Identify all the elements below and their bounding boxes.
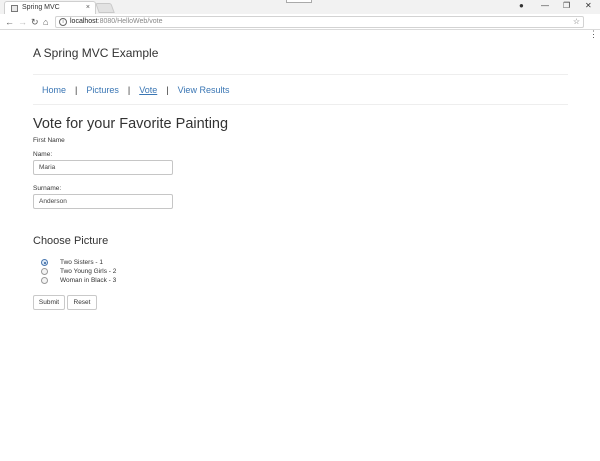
name-input[interactable] bbox=[33, 160, 173, 175]
picture-option-label: Two Sisters - 1 bbox=[60, 259, 103, 266]
browser-toolbar: ← → ↻ ⌂ i localhost:8080/HelloWeb/vote ☆… bbox=[0, 14, 600, 39]
close-window-button[interactable]: ✕ bbox=[585, 1, 592, 11]
page-favicon-icon bbox=[11, 5, 18, 12]
divider bbox=[33, 104, 568, 105]
page-heading: Vote for your Favorite Painting bbox=[33, 116, 229, 132]
nav-home-link[interactable]: Home bbox=[42, 85, 66, 95]
browser-titlebar: Spring MVC × ● — ❐ ✕ bbox=[0, 0, 600, 14]
brand-title: A Spring MVC Example bbox=[33, 46, 159, 60]
divider bbox=[33, 74, 568, 75]
browser-menu-icon[interactable]: ⋮ bbox=[589, 29, 598, 40]
url-path: :8080/HelloWeb/vote bbox=[97, 18, 163, 25]
choose-picture-heading: Choose Picture bbox=[33, 235, 109, 247]
forward-icon[interactable]: → bbox=[18, 16, 27, 28]
radio-button[interactable] bbox=[41, 268, 48, 275]
nav-separator: | bbox=[127, 85, 131, 95]
reload-icon[interactable]: ↻ bbox=[31, 16, 39, 28]
address-bar[interactable]: i localhost:8080/HelloWeb/vote ☆ bbox=[55, 16, 584, 28]
reset-button[interactable]: Reset bbox=[67, 295, 97, 310]
bookmark-star-icon[interactable]: ☆ bbox=[573, 17, 580, 27]
profile-icon[interactable]: ● bbox=[519, 1, 524, 11]
browser-tab[interactable]: Spring MVC × bbox=[4, 1, 96, 14]
home-icon[interactable]: ⌂ bbox=[43, 16, 48, 28]
main-nav: Home | Pictures | Vote | View Results bbox=[42, 85, 229, 95]
picture-option-label: Woman in Black - 3 bbox=[60, 277, 117, 284]
radio-button-checked[interactable] bbox=[41, 259, 48, 266]
radio-button[interactable] bbox=[41, 277, 48, 284]
site-info-icon[interactable]: i bbox=[59, 18, 67, 26]
nav-separator: | bbox=[166, 85, 169, 95]
picture-option-label: Two Young Girls - 2 bbox=[60, 268, 117, 275]
new-tab-button[interactable] bbox=[95, 3, 115, 13]
nav-pictures-link[interactable]: Pictures bbox=[86, 85, 119, 95]
first-name-label: First Name bbox=[33, 137, 65, 144]
nav-view-results-link[interactable]: View Results bbox=[178, 85, 230, 95]
url-text: localhost:8080/HelloWeb/vote bbox=[70, 17, 163, 27]
nav-vote-link[interactable]: Vote bbox=[139, 85, 157, 95]
tab-close-icon[interactable]: × bbox=[86, 2, 90, 14]
window-drag-handle bbox=[286, 0, 312, 3]
surname-input[interactable] bbox=[33, 194, 173, 209]
surname-label: Surname: bbox=[33, 185, 62, 192]
minimize-button[interactable]: — bbox=[541, 1, 549, 11]
submit-button[interactable]: Submit bbox=[33, 295, 65, 310]
maximize-button[interactable]: ❐ bbox=[563, 1, 570, 11]
url-host: localhost bbox=[70, 18, 98, 25]
name-label: Name: bbox=[33, 151, 53, 158]
nav-separator: | bbox=[75, 85, 78, 95]
tab-title: Spring MVC bbox=[22, 4, 60, 11]
back-icon[interactable]: ← bbox=[5, 16, 14, 28]
